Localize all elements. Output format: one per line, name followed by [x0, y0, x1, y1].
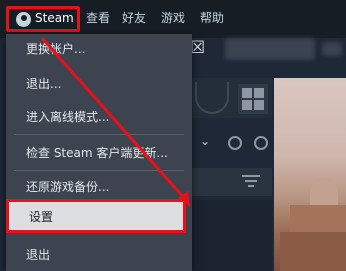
chevron-down-icon[interactable]: ⌄: [200, 134, 210, 148]
clock-icon[interactable]: [228, 136, 242, 150]
artwork-building-base: [280, 232, 346, 271]
menu-item-check-updates[interactable]: 检查 Steam 客户端更新...: [6, 140, 192, 166]
library-search[interactable]: [192, 168, 272, 196]
menu-item-change-account[interactable]: 更换帐户...: [6, 36, 192, 62]
games-menu[interactable]: 游戏: [161, 10, 185, 26]
menu-item-offline-mode[interactable]: 进入离线模式...: [6, 104, 192, 130]
menu-item-label: 设置: [29, 210, 54, 224]
menu-item-settings[interactable]: 设置: [6, 199, 186, 233]
header-close-icon[interactable]: ☒: [190, 38, 205, 58]
steam-menu-button[interactable]: Steam: [6, 6, 80, 32]
blurred-username: [225, 38, 315, 60]
steam-dropdown-menu: 更换帐户... 退出... 进入离线模式... 检查 Steam 客户端更新..…: [6, 34, 192, 271]
menu-item-exit-ellipsis[interactable]: 退出...: [6, 71, 192, 97]
blurred-avatar: [322, 42, 342, 56]
menu-item-exit[interactable]: 退出: [6, 242, 192, 268]
menu-separator: [14, 134, 184, 135]
menu-item-label: 进入离线模式...: [26, 110, 110, 124]
steam-logo-icon: [16, 12, 31, 27]
help-menu[interactable]: 帮助: [200, 10, 224, 26]
play-icon[interactable]: [254, 136, 268, 150]
friends-menu[interactable]: 好友: [122, 10, 146, 26]
grid-view-icon[interactable]: [238, 84, 268, 114]
filter-icon[interactable]: [242, 175, 260, 189]
menu-item-label: 检查 Steam 客户端更新...: [26, 146, 168, 160]
menu-item-label: 退出...: [26, 77, 62, 91]
menu-item-label: 更换帐户...: [26, 42, 86, 56]
menu-item-restore-backup[interactable]: 还原游戏备份...: [6, 174, 192, 200]
artwork-dome: [310, 178, 338, 206]
game-list: [192, 200, 272, 271]
menubar: Steam 查看 好友 游戏 帮助: [0, 0, 346, 38]
menu-item-label: 还原游戏备份...: [26, 180, 110, 194]
steam-menu-label: Steam: [35, 11, 74, 25]
menu-separator: [14, 170, 184, 171]
menu-item-label: 退出: [26, 248, 51, 262]
view-menu[interactable]: 查看: [86, 10, 110, 26]
